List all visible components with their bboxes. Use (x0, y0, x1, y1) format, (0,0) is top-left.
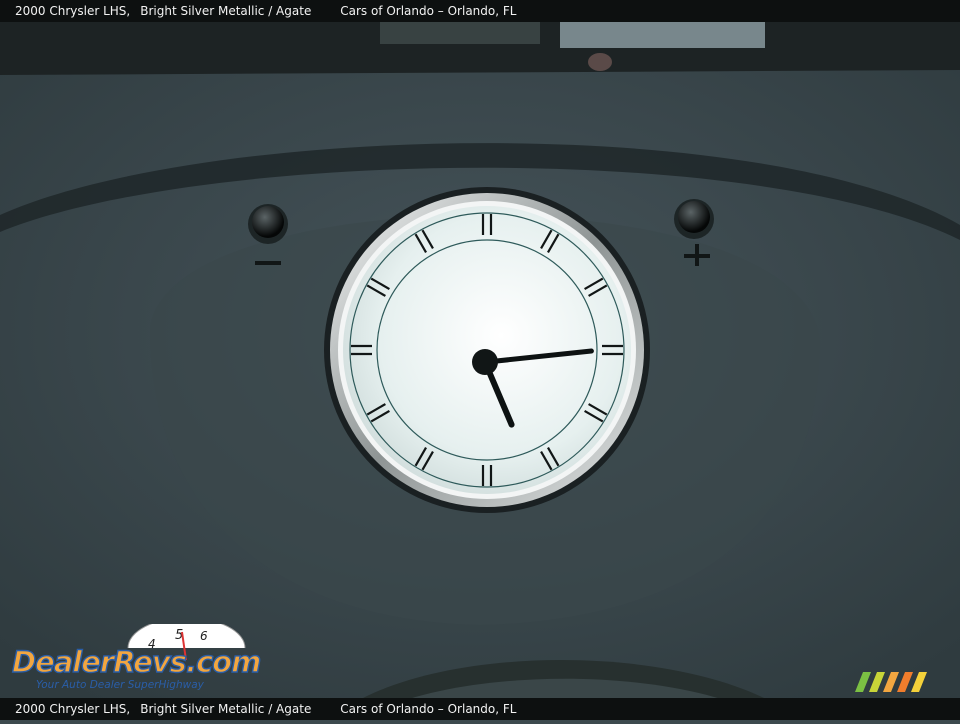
logo-brand: DealerRevs.com (12, 645, 260, 679)
dashboard-photo: 4 5 6 DealerRevs.com Your Auto Dealer Su… (0, 0, 960, 720)
stripes-badge (855, 672, 927, 692)
caption-bar-top: 2000 Chrysler LHS, Bright Silver Metalli… (0, 0, 960, 22)
gauge-digit: 6 (200, 629, 208, 643)
caption-dealer: Cars of Orlando – Orlando, FL (340, 4, 517, 18)
caption-vehicle: 2000 Chrysler LHS, (15, 702, 131, 716)
dealerrevs-logo: 4 5 6 DealerRevs.com Your Auto Dealer Su… (11, 624, 262, 691)
caption-color: Bright Silver Metallic / Agate (140, 4, 312, 18)
dashboard-clock-scene (0, 20, 960, 720)
clock-center-cap (472, 349, 498, 375)
caption-dealer: Cars of Orlando – Orlando, FL (340, 702, 517, 716)
minus-symbol (255, 261, 281, 265)
analog-clock (324, 187, 650, 513)
caption-bar-bottom: 2000 Chrysler LHS, Bright Silver Metalli… (0, 698, 960, 720)
logo-tagline: Your Auto Dealer SuperHighway (36, 679, 205, 691)
caption-color: Bright Silver Metallic / Agate (140, 702, 312, 716)
caption-vehicle: 2000 Chrysler LHS, (15, 4, 131, 18)
